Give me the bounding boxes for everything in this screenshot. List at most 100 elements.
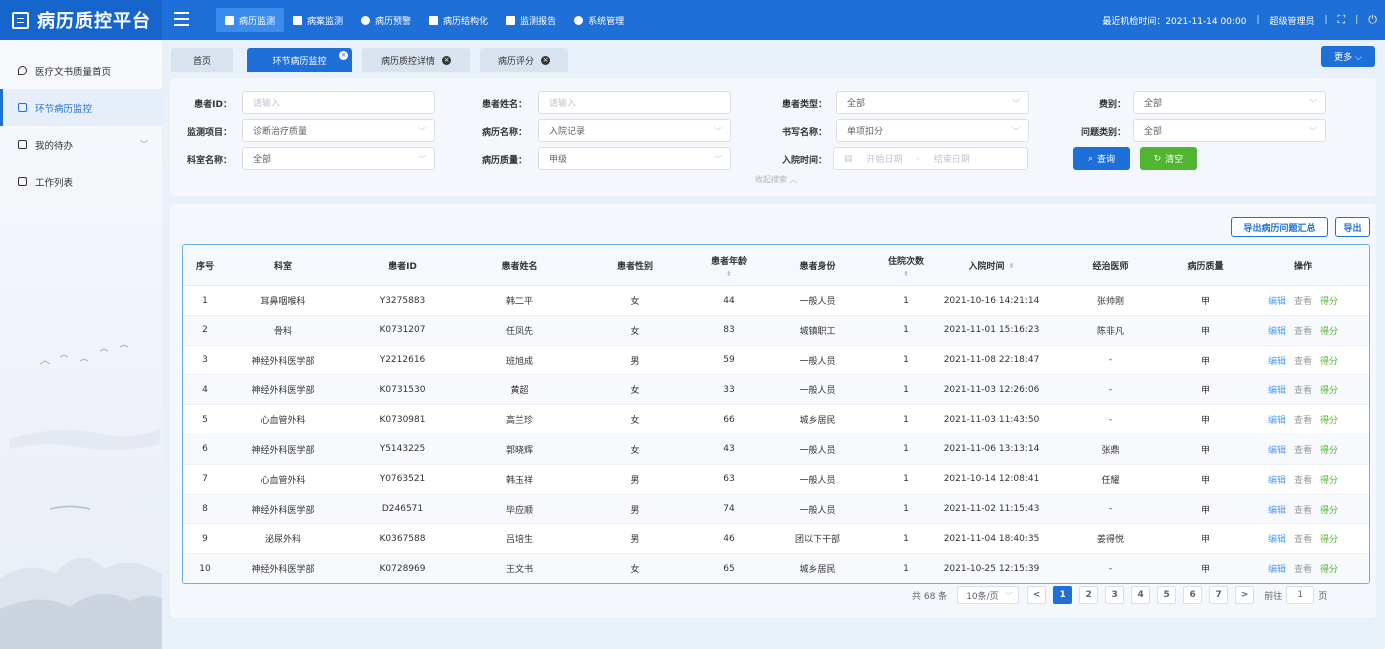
cell-visits: 1 <box>903 444 909 455</box>
sidebar-item-my-todo[interactable]: 我的待办 ﹀ <box>0 126 162 163</box>
export-button[interactable]: 导出 <box>1335 217 1370 237</box>
admit-date-range[interactable]: ▤ 开始日期 - 结束日期 <box>833 147 1028 170</box>
view-link[interactable]: 查看 <box>1294 413 1312 426</box>
patient-id-input[interactable]: 请输入 <box>242 91 435 114</box>
cell-admit: 2021-11-03 12:26:06 <box>943 384 1040 395</box>
record-quality-select[interactable]: 甲级 ﹀ <box>538 147 731 170</box>
cell-quality: 甲 <box>1200 445 1210 456</box>
col-visits[interactable]: 住院次数 ⬍ <box>874 245 938 286</box>
nav-item-system-admin[interactable]: 系统管理 <box>565 8 633 32</box>
fullscreen-icon[interactable]: ⛶ <box>1338 13 1346 27</box>
sort-icon[interactable]: ⬍ <box>726 270 732 278</box>
close-icon[interactable]: × <box>339 51 348 60</box>
col-admit-time[interactable]: 入院时间 ⬍ <box>938 245 1045 286</box>
tab-home[interactable]: 首页 <box>171 48 233 72</box>
score-link[interactable]: 得分 <box>1320 503 1338 516</box>
score-link[interactable]: 得分 <box>1320 443 1338 456</box>
score-link[interactable]: 得分 <box>1320 354 1338 367</box>
goto-page-input[interactable]: 1 <box>1286 586 1315 604</box>
sidebar-item-link-monitor[interactable]: 环节病历监控 <box>0 89 162 126</box>
page-4-button[interactable]: 4 <box>1131 586 1151 604</box>
next-page-button[interactable]: > <box>1235 586 1255 604</box>
page-7-button[interactable]: 7 <box>1209 586 1229 604</box>
cell-pid: Y0763521 <box>379 474 426 485</box>
close-icon[interactable]: × <box>541 55 550 65</box>
edit-link[interactable]: 编辑 <box>1268 532 1286 545</box>
logout-icon[interactable]: ⏻ <box>1368 13 1377 27</box>
tab-link-monitor[interactable]: 环节病历监控 × <box>247 48 352 72</box>
cell-quality: 甲 <box>1200 386 1210 397</box>
record-name-select[interactable]: 入院记录 ﹀ <box>538 119 731 142</box>
edit-link[interactable]: 编辑 <box>1268 294 1286 307</box>
prev-page-button[interactable]: < <box>1027 586 1047 604</box>
edit-link[interactable]: 编辑 <box>1268 473 1286 486</box>
cell-visits: 1 <box>903 355 909 366</box>
collapse-search-link[interactable]: 收起搜索 ︿ <box>755 174 798 185</box>
nav-item-case-monitor[interactable]: 病案监测 <box>284 8 352 32</box>
edit-link[interactable]: 编辑 <box>1268 324 1286 337</box>
view-link[interactable]: 查看 <box>1294 473 1312 486</box>
report-icon <box>506 15 516 25</box>
edit-link[interactable]: 编辑 <box>1268 383 1286 396</box>
sort-icon[interactable]: ⬍ <box>903 270 909 278</box>
score-link[interactable]: 得分 <box>1320 473 1338 486</box>
export-summary-button[interactable]: 导出病历问题汇总 <box>1231 217 1328 237</box>
fee-type-select[interactable]: 全部 ﹀ <box>1133 91 1326 114</box>
col-patient-age[interactable]: 患者年龄 ⬍ <box>697 245 761 286</box>
view-link[interactable]: 查看 <box>1294 383 1312 396</box>
edit-link[interactable]: 编辑 <box>1268 503 1286 516</box>
score-link[interactable]: 得分 <box>1320 532 1338 545</box>
edit-link[interactable]: 编辑 <box>1268 443 1286 456</box>
sidebar-item-quality-home[interactable]: 医疗文书质量首页 <box>0 52 162 89</box>
cell-age: 66 <box>723 414 735 425</box>
view-link[interactable]: 查看 <box>1294 354 1312 367</box>
score-link[interactable]: 得分 <box>1320 383 1338 396</box>
tab-quality-detail[interactable]: 病历质控详情 × <box>362 48 470 72</box>
page-6-button[interactable]: 6 <box>1183 586 1203 604</box>
edit-link[interactable]: 编辑 <box>1268 562 1286 575</box>
view-link[interactable]: 查看 <box>1294 562 1312 575</box>
problem-type-select[interactable]: 全部 ﹀ <box>1133 119 1326 142</box>
current-user[interactable]: 超级管理员 <box>1269 14 1314 27</box>
more-tabs-button[interactable]: 更多 ⌵ <box>1321 46 1375 67</box>
tab-record-score[interactable]: 病历评分 × <box>480 48 568 72</box>
score-link[interactable]: 得分 <box>1320 562 1338 575</box>
patient-type-select[interactable]: 全部 ﹀ <box>836 91 1029 114</box>
view-link[interactable]: 查看 <box>1294 503 1312 516</box>
sort-icon[interactable]: ⬍ <box>1009 262 1015 270</box>
page-5-button[interactable]: 5 <box>1157 586 1177 604</box>
score-link[interactable]: 得分 <box>1320 294 1338 307</box>
page-3-button[interactable]: 3 <box>1105 586 1125 604</box>
sidebar-item-work-list[interactable]: 工作列表 <box>0 163 162 200</box>
nav-item-record-monitor[interactable]: 病历监测 <box>216 8 285 32</box>
view-link[interactable]: 查看 <box>1294 294 1312 307</box>
menu-toggle-icon[interactable] <box>174 12 189 26</box>
write-name-select[interactable]: 单项扣分 ﹀ <box>836 119 1029 142</box>
monitor-item-select[interactable]: 诊断治疗质量 ﹀ <box>242 119 435 142</box>
score-link[interactable]: 得分 <box>1320 324 1338 337</box>
app-logo[interactable]: 病历质控平台 <box>0 0 162 40</box>
patient-name-input[interactable]: 请输入 <box>538 91 731 114</box>
page-1-button[interactable]: 1 <box>1053 586 1073 604</box>
view-link[interactable]: 查看 <box>1294 443 1312 456</box>
nav-item-monitor-report[interactable]: 监测报告 <box>497 8 565 32</box>
close-icon[interactable]: × <box>442 55 451 65</box>
score-link[interactable]: 得分 <box>1320 413 1338 426</box>
cell-doctor: 张鼎 <box>1101 445 1120 456</box>
query-button[interactable]: ⌕ 查询 <box>1073 147 1130 170</box>
cell-age: 44 <box>723 295 735 306</box>
top-bar: 病历质控平台 病历监测 病案监测 病历预警 病历结构化 监测报告 系统管理 最近… <box>0 0 1385 40</box>
edit-link[interactable]: 编辑 <box>1268 354 1286 367</box>
nav-item-record-warning[interactable]: 病历预警 <box>352 8 420 32</box>
view-link[interactable]: 查看 <box>1294 324 1312 337</box>
page-size-select[interactable]: 10条/页 ﹀ <box>957 586 1020 604</box>
view-link[interactable]: 查看 <box>1294 532 1312 545</box>
edit-link[interactable]: 编辑 <box>1268 413 1286 426</box>
page-2-button[interactable]: 2 <box>1079 586 1099 604</box>
end-date-input[interactable]: 结束日期 <box>934 152 970 165</box>
dept-name-select[interactable]: 全部 ﹀ <box>242 147 435 170</box>
clear-button[interactable]: ↻ 清空 <box>1140 147 1197 170</box>
nav-item-record-structure[interactable]: 病历结构化 <box>420 8 497 32</box>
page-unit-label: 页 <box>1318 591 1328 602</box>
start-date-input[interactable]: 开始日期 <box>867 152 903 165</box>
